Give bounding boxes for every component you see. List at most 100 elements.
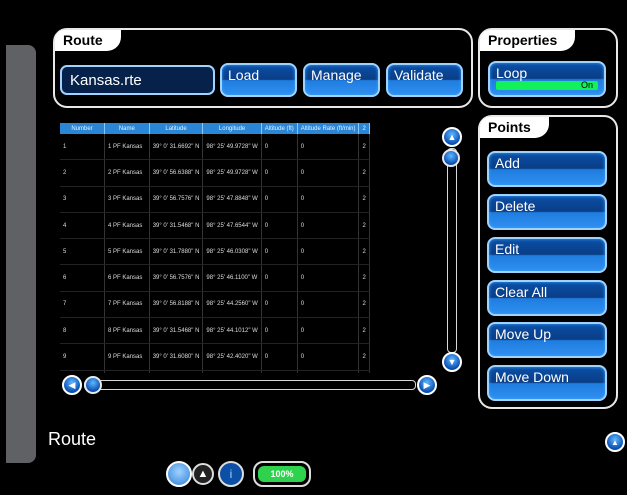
waypoint-table: Number Name Latitude Longitude Altitude … [60,123,438,373]
validate-button[interactable]: Validate [386,63,463,97]
cell-latitude: 39° 0' 31.5468" N [149,212,204,240]
cell-name: 4 PF Kansas [104,212,150,240]
cell-latitude: 39° 0' 31.5468" N [149,317,204,345]
column-header-longitude[interactable]: Longitude [202,123,262,134]
cell-latitude: 39° 0' 56.7576" N [149,264,204,292]
route-panel-title: Route [55,30,121,51]
column-header-altitude-rate[interactable]: Altitude Rate (ft/min) [297,123,360,134]
cell-latitude: 39° 0' 31.6692" N [149,134,204,161]
cell-next: 2 [358,212,370,240]
cell-altitude: 0 [261,343,298,371]
table-row[interactable]: 22 PF Kansas 39° 0' 56.6388" N 98° 25' 49.… [60,159,370,187]
scroll-down-button[interactable]: ▼ [442,352,462,372]
table-row[interactable]: 1010 PF Kansas39° 0' 56.8188" N98° 25' 4… [60,370,370,373]
cell-latitude: 39° 0' 31.6080" N [149,343,204,371]
cell-altitude: 0 [261,159,298,187]
table-row[interactable]: 66 PF Kansas 39° 0' 56.7576" N 98° 25' 46.… [60,264,370,292]
cell-number: 10 [60,370,105,373]
validate-button-label: Validate [394,67,444,83]
side-drawer-tab[interactable] [6,45,36,463]
cell-altitude-rate: 0 [297,134,360,161]
cell-number: 6 [60,264,105,292]
scroll-right-button[interactable]: ▶ [417,375,437,395]
column-header-number[interactable]: Number [60,123,105,134]
cell-number: 4 [60,212,105,240]
points-panel-title: Points [480,117,549,138]
move-up-button[interactable]: Move Up [487,322,607,358]
cell-longitude: 98° 25' 44.1012" W [202,317,262,345]
cell-longitude: 98° 25' 49.9728" W [202,159,262,187]
table-row[interactable]: 44 PF Kansas 39° 0' 31.5468" N 98° 25' 47.… [60,212,370,240]
cell-next: 2 [358,343,370,371]
cell-altitude-rate: 0 [297,291,360,319]
manage-button-label: Manage [311,67,362,83]
cell-number: 2 [60,159,105,187]
cell-altitude: 0 [261,212,298,240]
cell-next: 2 [358,159,370,187]
cell-latitude: 39° 0' 56.6388" N [149,159,204,187]
cell-number: 3 [60,186,105,213]
cell-longitude: 98° 25' 42.4020" W [202,343,262,371]
table-row[interactable]: 77 PF Kansas 39° 0' 56.8188" N 98° 25' 44.… [60,291,370,319]
delete-point-button[interactable]: Delete [487,194,607,230]
loop-label: Loop [496,65,528,81]
cell-altitude-rate: 0 [297,159,360,187]
load-button[interactable]: Load [220,63,297,97]
cell-altitude: 0 [261,264,298,292]
horizontal-scrollbar-track[interactable] [84,380,416,390]
move-down-button[interactable]: Move Down [487,365,607,401]
properties-panel-title: Properties [480,30,576,51]
table-row[interactable]: 88 PF Kansas 39° 0' 31.5468" N 98° 25' 44.… [60,317,370,345]
cell-next: 2 [358,238,370,266]
table-row[interactable]: 99 PF Kansas 39° 0' 31.6080" N 98° 25' 42.… [60,343,370,371]
info-icon[interactable]: i [218,461,244,487]
cell-next: 2 [358,134,370,161]
table-row[interactable]: 33 PF Kansas 39° 0' 56.7576" N 98° 25' 47.… [60,186,370,213]
loop-state-indicator: On [496,81,598,90]
vertical-scrollbar-track[interactable] [447,148,457,353]
scroll-up-button[interactable]: ▲ [442,127,462,147]
loop-toggle[interactable]: Loop On [488,61,606,97]
cell-altitude-rate: 0 [297,370,360,373]
manage-button[interactable]: Manage [303,63,380,97]
scroll-left-button[interactable]: ◀ [62,375,82,395]
cell-altitude: 0 [261,370,298,373]
cell-number: 1 [60,134,105,161]
cell-name: 9 PF Kansas [104,343,150,371]
cell-altitude-rate: 0 [297,343,360,371]
cell-longitude: 98° 25' 47.8848" W [202,186,262,213]
cell-latitude: 39° 0' 31.7880" N [149,238,204,266]
cell-longitude: 98° 25' 47.6544" W [202,212,262,240]
clear-all-label: Clear All [495,284,548,300]
gps-status-icon[interactable]: ▲ [192,463,214,485]
column-header-altitude[interactable]: Altitude (ft) [261,123,298,134]
delete-point-label: Delete [495,198,536,214]
cell-altitude: 0 [261,238,298,266]
cell-name: 1 PF Kansas [104,134,150,161]
cell-latitude: 39° 0' 56.8188" N [149,370,204,373]
column-header-latitude[interactable]: Latitude [149,123,204,134]
add-point-button[interactable]: Add [487,151,607,187]
clear-all-button[interactable]: Clear All [487,280,607,316]
cell-name: 2 PF Kansas [104,159,150,187]
cell-number: 8 [60,317,105,345]
cell-name: 8 PF Kansas [104,317,150,345]
status-indicator-icon[interactable] [166,461,192,487]
edit-point-button[interactable]: Edit [487,237,607,273]
table-row[interactable]: 11 PF Kansas 39° 0' 31.6692" N 98° 25' 49.… [60,134,370,161]
cell-altitude-rate: 0 [297,317,360,345]
vertical-scroll-thumb[interactable] [442,149,460,167]
expand-panel-button[interactable]: ▲ [605,432,625,452]
chevron-up-icon: ▲ [611,437,619,447]
column-header-name[interactable]: Name [104,123,150,134]
cell-altitude-rate: 0 [297,264,360,292]
route-name-field[interactable]: Kansas.rte [60,65,215,95]
cell-altitude-rate: 0 [297,186,360,213]
cell-longitude: 98° 25' 44.2560" W [202,291,262,319]
cell-altitude: 0 [261,317,298,345]
chevron-up-icon: ▲ [447,131,457,142]
table-row[interactable]: 55 PF Kansas 39° 0' 31.7880" N 98° 25' 46.… [60,238,370,266]
cell-longitude: 98° 25' 46.0308" W [202,238,262,266]
horizontal-scroll-thumb[interactable] [84,376,102,394]
column-header-next[interactable]: 2 [358,123,370,134]
